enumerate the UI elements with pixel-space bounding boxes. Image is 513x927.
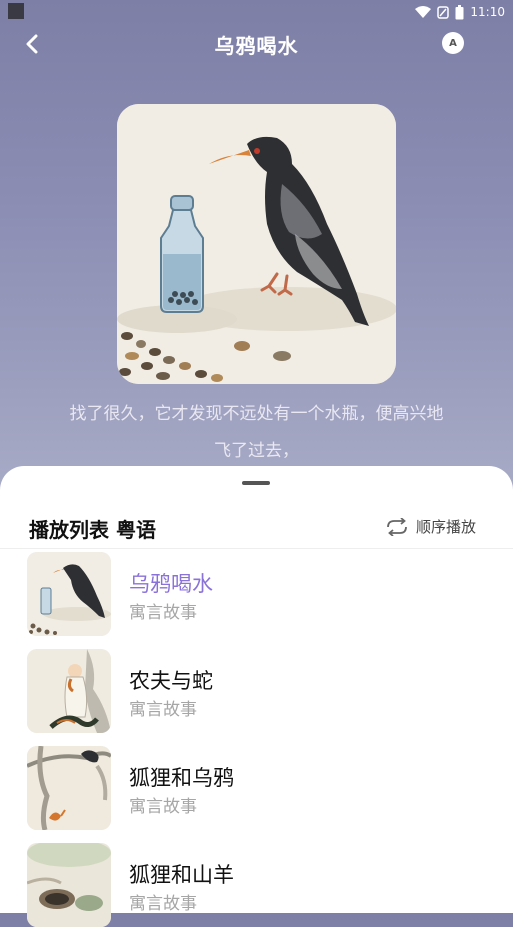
playlist-sheet: 播放列表 粤语 顺序播放 乌鸦喝水 寓言故事 农夫与蛇 寓言故事 狐狸和乌鸦 寓… — [0, 466, 513, 927]
wifi-icon — [415, 5, 432, 18]
thumbnail — [27, 843, 111, 927]
divider — [0, 548, 513, 549]
list-item[interactable]: 狐狸和乌鸦 寓言故事 — [0, 744, 513, 830]
item-subtitle: 寓言故事 — [129, 894, 197, 914]
cover-art — [117, 104, 396, 384]
play-order-button[interactable]: 顺序播放 — [385, 516, 476, 537]
item-title: 狐狸和乌鸦 — [129, 766, 234, 790]
play-order-label: 顺序播放 — [416, 518, 477, 536]
sim-icon — [437, 5, 450, 19]
crow-bottle-thumbnail — [27, 552, 111, 636]
thumbnail — [27, 552, 111, 636]
item-subtitle: 寓言故事 — [129, 700, 197, 720]
top-bar: 乌鸦喝水 A — [0, 24, 513, 64]
lyric-line: 找了很久，它才发现不远处有一个水瓶，便高兴地 — [69, 404, 444, 424]
playlist-title: 播放列表 粤语 — [29, 518, 156, 542]
list-item[interactable]: 农夫与蛇 寓言故事 — [0, 647, 513, 733]
item-subtitle: 寓言故事 — [129, 603, 197, 623]
status-bar: 11:10 — [0, 0, 513, 24]
status-icons: 11:10 — [415, 3, 505, 21]
notification-icon — [8, 3, 24, 19]
battery-icon — [455, 4, 464, 19]
page-title: 乌鸦喝水 — [214, 34, 299, 58]
item-title: 狐狸和山羊 — [129, 863, 234, 887]
thumbnail — [27, 746, 111, 830]
fox-crow-thumbnail — [27, 746, 111, 830]
ab-button[interactable]: A — [442, 32, 464, 54]
crow-bottle-illustration — [117, 104, 396, 384]
ab-label: A — [449, 37, 457, 49]
lyric-line: 飞了过去， — [214, 441, 299, 461]
list-item[interactable]: 乌鸦喝水 寓言故事 — [0, 550, 513, 636]
repeat-icon — [387, 517, 407, 536]
thumbnail — [27, 649, 111, 733]
farmer-snake-thumbnail — [27, 649, 111, 733]
item-title: 乌鸦喝水 — [129, 572, 213, 596]
status-time: 11:10 — [470, 5, 505, 19]
item-subtitle: 寓言故事 — [129, 797, 197, 817]
item-title: 农夫与蛇 — [129, 669, 213, 693]
drag-handle[interactable] — [242, 481, 270, 485]
list-item[interactable]: 狐狸和山羊 寓言故事 — [0, 841, 513, 927]
fox-goat-thumbnail — [27, 843, 111, 927]
